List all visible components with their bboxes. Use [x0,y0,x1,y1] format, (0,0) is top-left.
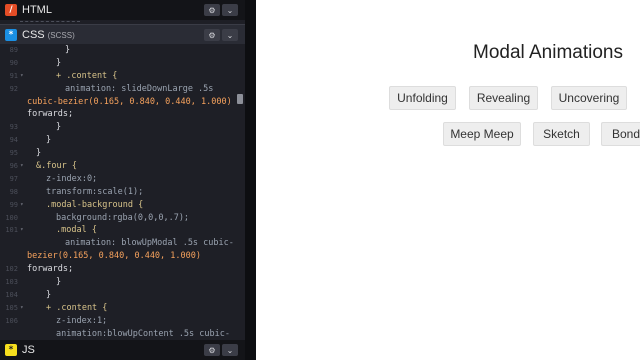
settings-icon[interactable]: ⚙ [204,29,220,41]
code-line: 91 ▾ + .content { [9,70,118,81]
css-icon: * [5,28,17,41]
page-title: Modal Animations [473,42,623,63]
code-line: 92 animation: slideDownLarge .5s [9,83,214,94]
settings-icon[interactable]: ⚙ [204,344,220,356]
code-line: 93} [9,122,62,133]
code-line: 97 z-index:0; [9,173,98,184]
css-panel-header[interactable]: * CSS (SCSS) ⚙ ⌄ [0,24,245,44]
code-line: 98 transform:scale(1); [9,186,144,197]
code-line: animation: blowUpModal .5s cubic- [65,238,234,249]
meep-meep-button[interactable]: Meep Meep [443,122,521,146]
unfolding-button[interactable]: Unfolding [389,86,456,110]
js-panel-header[interactable]: * JS ⚙ ⌄ [0,340,245,360]
code-line: animation:blowUpContent .5s cubic- [56,328,230,339]
code-editor: / HTML ⚙ ⌄ * CSS (SCSS) ⚙ ⌄ 89} 90} 91 ▾ +… [0,0,245,360]
css-panel-title: CSS [22,28,45,41]
chevron-down-icon[interactable]: ⌄ [222,344,238,356]
code-line: 100 background:rgba(0,0,0,.7); [5,212,190,223]
chevron-down-icon[interactable]: ⌄ [222,29,238,41]
code-line: 101 ▾ .modal { [5,225,97,236]
code-line: 96 ▾ &.four { [9,161,77,172]
code-line: 95} [9,148,42,159]
html-panel-header[interactable]: / HTML ⚙ ⌄ [0,0,245,20]
editor-scrollbar[interactable] [237,94,243,104]
bond-button[interactable]: Bond [601,122,640,146]
sketch-button[interactable]: Sketch [533,122,590,146]
html-panel-title: HTML [22,4,52,16]
code-line: 99 ▾ .modal-background { [9,199,144,210]
code-line: 102 forwards; [5,264,74,275]
settings-icon[interactable]: ⚙ [204,4,220,16]
js-icon: * [5,344,17,356]
code-line: 104} [5,289,52,300]
code-line: cubic-bezier(0.165, 0.840, 0.440, 1.000) [27,96,232,107]
code-line: 94} [9,135,52,146]
code-line: 103} [5,277,62,288]
css-panel-preprocessor: (SCSS) [47,30,75,40]
resize-handle[interactable] [245,0,256,360]
code-line: 105 ▾ + .content { [5,302,108,313]
css-code-area[interactable]: 89} 90} 91 ▾ + .content { 92 animation: sli… [0,44,245,340]
chevron-down-icon[interactable]: ⌄ [222,4,238,16]
html-icon: / [5,4,17,16]
code-line: bezier(0.165, 0.840, 0.440, 1.000) [27,251,201,262]
code-line: 106 z-index:1; [5,315,108,326]
revealing-button[interactable]: Revealing [469,86,538,110]
html-code-remnant [20,18,80,22]
code-line: 90} [9,57,62,68]
uncovering-button[interactable]: Uncovering [551,86,627,110]
code-line: forwards; [27,109,74,120]
js-panel-title: JS [22,344,35,356]
code-line: 89} [9,45,71,55]
